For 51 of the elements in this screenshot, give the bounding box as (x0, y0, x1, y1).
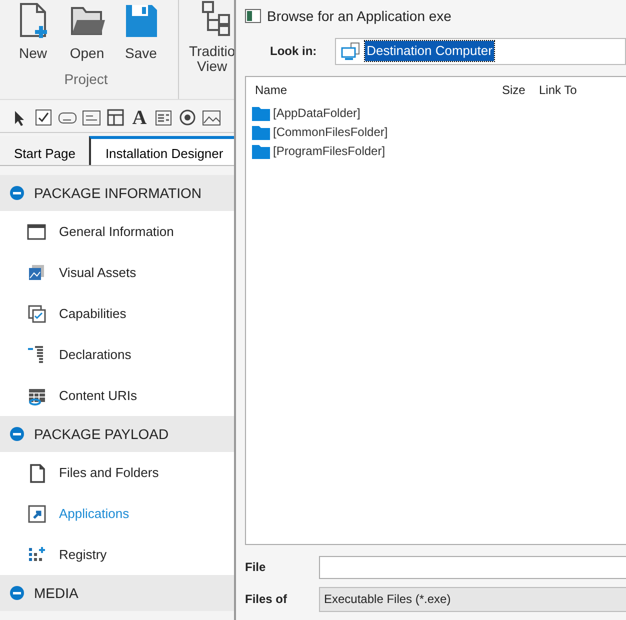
folder-icon (252, 104, 270, 120)
stacked-images-icon (26, 262, 47, 283)
tool-button[interactable] (34, 108, 53, 127)
sidebar-item[interactable]: Capabilities (0, 293, 234, 334)
section-header[interactable]: MEDIA (0, 575, 234, 611)
file-row[interactable]: [CommonFilesFolder] (246, 122, 626, 141)
tool-button[interactable] (178, 108, 197, 127)
sidebar-item[interactable]: Content URIs (0, 375, 234, 416)
folder-icon (252, 124, 270, 140)
new-button[interactable]: New (8, 2, 58, 62)
sidebar-item[interactable]: Declarations (0, 334, 234, 375)
sidebar-item[interactable]: Files and Folders (0, 452, 234, 493)
shortcut-icon (26, 503, 47, 524)
open-button[interactable]: Open (62, 2, 112, 62)
computer-icon (340, 42, 361, 60)
column-header[interactable]: Size (502, 81, 539, 99)
files-of-label: Files of (245, 591, 288, 608)
radio-icon (178, 108, 197, 127)
sidebar-item[interactable]: General Information (0, 211, 234, 252)
tool-button[interactable] (154, 108, 173, 127)
file-row[interactable]: [ProgramFilesFolder] (246, 141, 626, 160)
label-icon (82, 108, 101, 127)
save-icon (123, 2, 159, 40)
font-tool[interactable]: A (130, 108, 149, 127)
sidebar-item[interactable]: Applications (0, 493, 234, 534)
save-button[interactable]: Save (116, 2, 166, 62)
file-label: File (245, 559, 267, 576)
list-icon (154, 108, 173, 127)
form-icon (106, 108, 125, 127)
sidebar-item[interactable]: Visual Assets (0, 252, 234, 293)
tool-button[interactable] (106, 108, 125, 127)
folder-icon (252, 142, 270, 158)
app-window-icon (245, 9, 261, 23)
image-icon (202, 108, 221, 127)
checkbox-icon (34, 108, 53, 127)
section-header[interactable]: PACKAGE PAYLOAD (0, 416, 234, 452)
look-in-dropdown[interactable]: Destination Computer (334, 38, 626, 64)
file-row[interactable]: [AppDataFolder] (246, 103, 626, 122)
checked-window-icon (26, 303, 47, 324)
tab[interactable]: Installation Designer (89, 136, 234, 165)
dialog-title: Browse for an Application exe (267, 6, 452, 26)
section-header[interactable]: PACKAGE INFORMATION (0, 175, 234, 211)
file-name-field[interactable] (319, 556, 626, 578)
column-header[interactable]: Link To (539, 81, 577, 99)
group-label: Project (64, 70, 108, 90)
tool-button[interactable] (82, 108, 101, 127)
sidebar-item[interactable]: Registry (0, 534, 234, 575)
column-header[interactable]: Name (255, 81, 502, 99)
tool-button[interactable] (202, 108, 221, 127)
file-type-dropdown[interactable]: Executable Files (*.exe) (319, 586, 626, 612)
look-in-label: Look in: (270, 43, 317, 60)
